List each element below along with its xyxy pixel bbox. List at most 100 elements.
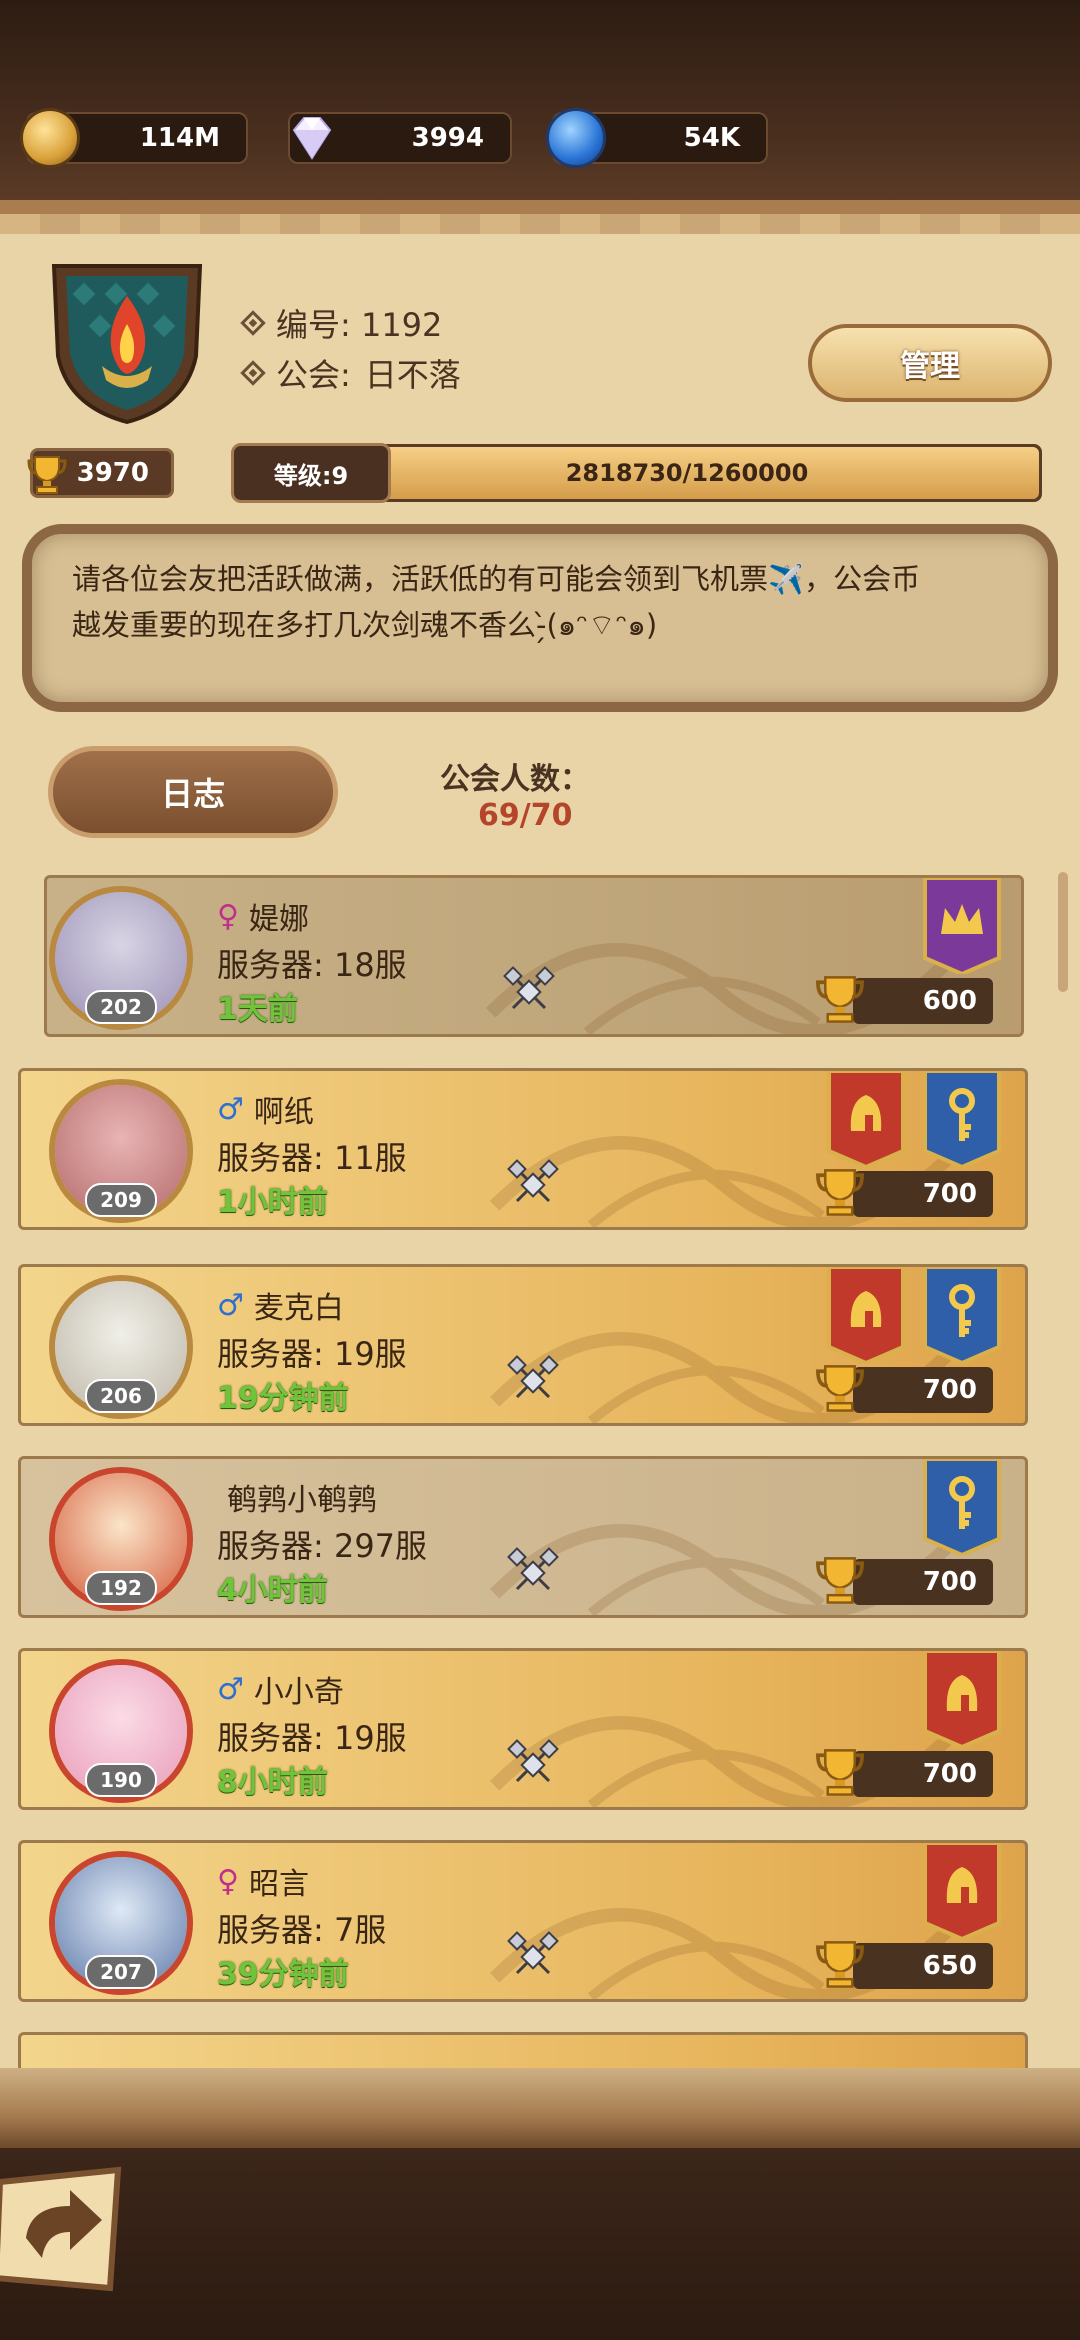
log-button[interactable]: 日志 (48, 746, 338, 838)
crossed-swords-icon (507, 1159, 559, 1203)
member-level-badge: 209 (85, 1183, 157, 1217)
member-score: 600 (922, 986, 977, 1016)
member-level: 202 (100, 995, 142, 1019)
member-last-seen: 1天前 (217, 992, 298, 1027)
member-score: 700 (922, 1179, 977, 1209)
essence-amount: 54K (683, 123, 740, 153)
member-level: 209 (100, 1188, 142, 1212)
gold-counter[interactable]: 114M (20, 108, 248, 168)
member-level-badge: 202 (85, 990, 157, 1024)
guild-notice: 请各位会友把活跃做满，活跃低的有可能会领到飞机票✈️，公会币 越发重要的现在多打… (22, 524, 1058, 712)
gender-icon: ♂ (217, 1671, 244, 1707)
member-level-badge: 206 (85, 1379, 157, 1413)
member-last-seen: 39分钟前 (217, 1957, 349, 1992)
member-score-box: 700 (853, 1751, 993, 1797)
guild-level-bar: 2818730/1260000 等级:9 (231, 443, 1042, 503)
notice-line-1: 请各位会友把活跃做满，活跃低的有可能会领到飞机票✈️，公会币 (72, 562, 921, 596)
guild-role-banner-icon (921, 1459, 1003, 1558)
member-count-label: 公会人数： (440, 762, 590, 797)
guild-crest-icon (46, 256, 208, 426)
panel-bottom-edge (0, 2068, 1080, 2148)
notice-line-2: 越发重要的现在多打几次剑魂不香么-̗̀(๑ᵔ⌔ᵔ๑) (72, 608, 658, 642)
member-card[interactable]: 207 ♀ 昭言 服务器: 7服 39分钟前 650 (18, 1840, 1028, 2002)
gender-icon: ♂ (217, 1287, 244, 1323)
member-score: 650 (922, 1951, 977, 1981)
member-list[interactable]: 202 ♀ 媞娜 服务器: 18服 1天前 600 209 ♂ 啊纸 服务器: … (0, 870, 1080, 2070)
member-level: 206 (100, 1384, 142, 1408)
member-name: 小小奇 (253, 1675, 344, 1710)
guild-role-banner-icon (921, 1071, 1003, 1170)
member-name: 鹌鹑小鹌鹑 (227, 1483, 377, 1518)
diamond-icon (282, 108, 342, 168)
member-score-box: 700 (853, 1367, 993, 1413)
member-card[interactable]: 202 ♀ 媞娜 服务器: 18服 1天前 600 (44, 875, 1024, 1037)
member-score-box: 700 (853, 1171, 993, 1217)
member-level-badge: 192 (85, 1571, 157, 1605)
member-name-row: 鹌鹑小鹌鹑 (217, 1475, 377, 1519)
guild-role-banner-icon (921, 1843, 1003, 1942)
member-level: 192 (100, 1576, 142, 1600)
member-name-row: ♀ 媞娜 (217, 894, 309, 938)
member-score: 700 (922, 1375, 977, 1405)
member-server: 服务器: 11服 (217, 1139, 407, 1177)
trophy-icon (816, 1169, 864, 1216)
member-card[interactable]: 206 ♂ 麦克白 服务器: 19服 19分钟前 700 (18, 1264, 1028, 1426)
back-button[interactable] (0, 2166, 130, 2296)
crossed-swords-icon (507, 1739, 559, 1783)
gender-icon: ♀ (217, 898, 239, 934)
member-name-row: ♀ 昭言 (217, 1859, 309, 1903)
gold-coin-icon (20, 108, 80, 168)
bottom-bar (0, 2148, 1080, 2340)
resource-bar: 114M 3994 54K (0, 0, 1080, 200)
member-server: 服务器: 19服 (217, 1335, 407, 1373)
member-name-row: ♂ 麦克白 (217, 1283, 344, 1327)
crossed-swords-icon (507, 1547, 559, 1591)
member-level-badge: 190 (85, 1763, 157, 1797)
member-name-row: ♂ 小小奇 (217, 1667, 344, 1711)
essence-counter[interactable]: 54K (546, 108, 768, 168)
guild-name: 日不落 (364, 356, 461, 394)
crossed-swords-icon (507, 1931, 559, 1975)
member-last-seen: 19分钟前 (217, 1381, 349, 1416)
member-level-badge: 207 (85, 1955, 157, 1989)
guild-role-banner-icon (825, 1071, 907, 1170)
member-level: 190 (100, 1768, 142, 1792)
crossed-swords-icon (507, 1355, 559, 1399)
member-score: 700 (922, 1567, 977, 1597)
guild-role-banner-icon (921, 878, 1003, 977)
member-name: 媞娜 (248, 902, 309, 937)
member-last-seen: 8小时前 (217, 1765, 328, 1800)
guild-id-row: 编号: 1192 (240, 300, 442, 346)
member-score: 700 (922, 1759, 977, 1789)
level-tag: 等级:9 (231, 443, 391, 503)
gender-icon: ♀ (217, 1863, 239, 1899)
crossed-swords-icon (503, 966, 555, 1010)
member-score-box: 700 (853, 1559, 993, 1605)
member-name-row: ♂ 啊纸 (217, 1087, 314, 1131)
member-card[interactable]: 192 鹌鹑小鹌鹑 服务器: 297服 4小时前 700 (18, 1456, 1028, 1618)
member-score-box: 600 (853, 978, 993, 1024)
member-card[interactable]: 209 ♂ 啊纸 服务器: 11服 1小时前 700 (18, 1068, 1028, 1230)
member-server: 服务器: 19服 (217, 1719, 407, 1757)
diamond-counter[interactable]: 3994 (288, 112, 512, 164)
diamond-amount: 3994 (411, 123, 484, 153)
member-server: 服务器: 7服 (217, 1911, 387, 1949)
guild-name-row: 公会: 日不落 (240, 350, 461, 396)
trophy-icon (816, 1941, 864, 1988)
member-list-scrollbar[interactable] (1058, 872, 1068, 992)
member-last-seen: 4小时前 (217, 1573, 328, 1608)
back-arrow-icon (0, 2166, 122, 2292)
member-server: 服务器: 18服 (217, 946, 407, 984)
gender-icon: ♂ (217, 1091, 244, 1127)
bullet-icon (240, 310, 266, 336)
member-server: 服务器: 297服 (217, 1527, 428, 1565)
manage-button[interactable]: 管理 (808, 324, 1052, 402)
member-card[interactable]: 190 ♂ 小小奇 服务器: 19服 8小时前 700 (18, 1648, 1028, 1810)
bullet-icon (240, 360, 266, 386)
guild-trophy-counter: 3970 (27, 448, 174, 498)
member-level: 207 (100, 1960, 142, 1984)
guild-role-banner-icon (921, 1267, 1003, 1366)
member-card-partial[interactable] (18, 2032, 1028, 2070)
member-name: 昭言 (248, 1867, 309, 1902)
guild-role-banner-icon (921, 1651, 1003, 1750)
